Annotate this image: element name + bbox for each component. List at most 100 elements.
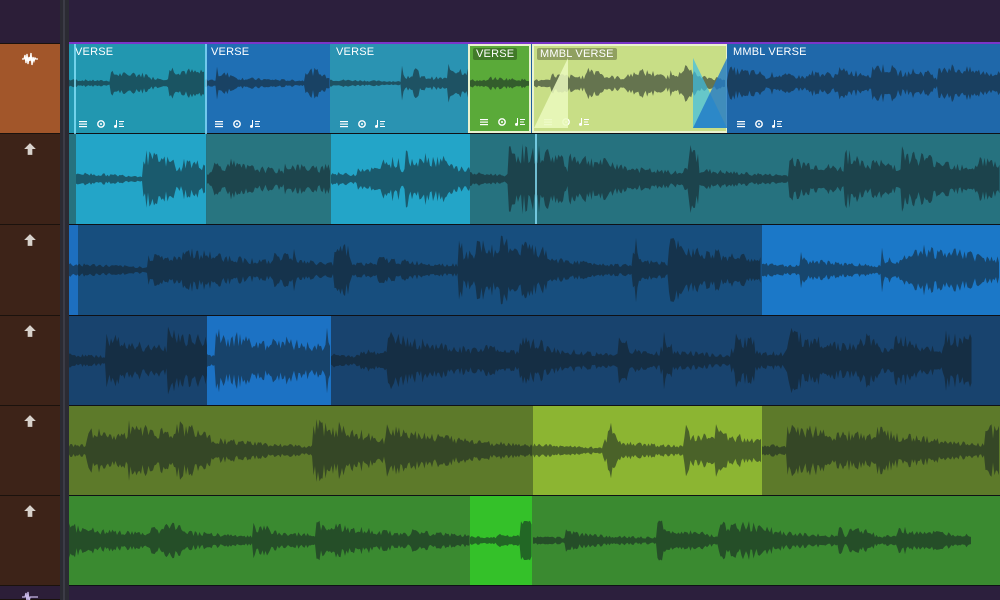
waveform-path [76, 150, 205, 208]
audio-region[interactable] [533, 406, 762, 495]
music-note-icon[interactable] [771, 118, 783, 130]
crossfade-handle[interactable] [693, 58, 727, 128]
waveform-path [470, 144, 1000, 214]
lines-icon[interactable] [338, 118, 350, 130]
audio-region[interactable] [331, 316, 972, 405]
audio-region[interactable] [470, 496, 532, 585]
region-label: VERSE [473, 48, 518, 60]
waveform-path [207, 158, 330, 200]
region-seam [535, 134, 537, 224]
waveform [762, 244, 999, 296]
music-note-icon[interactable] [113, 118, 125, 130]
audio-region[interactable] [69, 406, 533, 495]
region-seam [74, 44, 76, 134]
track-lane-3[interactable] [69, 225, 1000, 316]
audio-region[interactable]: VERSE [468, 44, 531, 133]
audio-region[interactable] [69, 496, 470, 585]
lines-icon[interactable] [735, 118, 747, 130]
waveform-path [762, 244, 999, 296]
waveform-path [205, 66, 330, 100]
music-note-icon[interactable] [578, 116, 590, 128]
audio-region[interactable] [69, 225, 78, 315]
arrow-up-icon[interactable] [21, 414, 39, 428]
waveform-path [470, 76, 529, 91]
region-label: VERSE [336, 46, 375, 58]
audio-region[interactable] [762, 406, 1000, 495]
waveform [470, 144, 1000, 214]
waveform-path [470, 520, 532, 561]
music-note-icon[interactable] [374, 118, 386, 130]
waveform [470, 520, 532, 561]
waveform-path [331, 150, 471, 208]
track-header-selected[interactable] [0, 44, 60, 134]
track-lane-5[interactable] [69, 406, 1000, 496]
waveform-path [78, 235, 761, 305]
track-header-6[interactable] [0, 496, 60, 586]
waveform-path [69, 67, 204, 99]
track-lane-6[interactable] [69, 496, 1000, 586]
gear-icon[interactable] [231, 118, 243, 130]
waveform [533, 422, 761, 479]
waveform [76, 150, 205, 208]
audio-region[interactable] [470, 134, 1000, 224]
arrange-area[interactable]: VERSE VERSE VERSE VERSE MMBL VERSE MMBL VERSE [69, 44, 1000, 586]
waveform-icon [22, 52, 38, 66]
waveform [69, 326, 207, 395]
arrow-up-icon[interactable] [21, 504, 39, 518]
audio-region[interactable]: VERSE [205, 44, 330, 133]
audio-region[interactable] [78, 225, 761, 315]
waveform [331, 150, 471, 208]
track-header-bottom[interactable] [0, 586, 60, 600]
track-header-4[interactable] [0, 316, 60, 406]
waveform [69, 520, 470, 561]
waveform-path [69, 263, 78, 277]
waveform-path [330, 63, 468, 103]
audio-region[interactable]: VERSE [69, 44, 205, 133]
music-note-icon[interactable] [514, 116, 526, 128]
audio-region[interactable] [331, 134, 471, 224]
audio-region[interactable]: VERSE [330, 44, 469, 133]
music-note-icon[interactable] [249, 118, 261, 130]
waveform-path [69, 419, 533, 482]
arrange-window: VERSE VERSE VERSE VERSE MMBL VERSE MMBL VERSE [0, 0, 1000, 600]
gear-icon[interactable] [356, 118, 368, 130]
region-tools [213, 118, 261, 130]
track-header-5[interactable] [0, 406, 60, 496]
track-list-splitter[interactable] [60, 0, 69, 600]
gear-icon[interactable] [496, 116, 508, 128]
bottom-track-lane[interactable] [69, 586, 1000, 600]
waveform [78, 235, 761, 305]
track-lane-4[interactable] [69, 316, 1000, 406]
waveform [69, 419, 533, 482]
lines-icon[interactable] [478, 116, 490, 128]
audio-region[interactable] [762, 225, 1000, 315]
lines-icon[interactable] [77, 118, 89, 130]
region-seam [205, 44, 207, 134]
region-label: MMBL VERSE [733, 46, 807, 58]
crossfade-handle[interactable] [534, 58, 568, 128]
waveform [207, 158, 330, 200]
track-header-3[interactable] [0, 225, 60, 316]
track-lane-1[interactable]: VERSE VERSE VERSE VERSE MMBL VERSE MMBL VERSE [69, 44, 1000, 134]
gear-icon[interactable] [753, 118, 765, 130]
arrow-up-icon[interactable] [21, 324, 39, 338]
top-track-lane[interactable] [69, 0, 1000, 44]
waveform [207, 327, 330, 394]
region-tools [338, 118, 386, 130]
arrow-up-icon[interactable] [21, 142, 39, 156]
waveform-path [533, 422, 761, 479]
track-header-top[interactable] [0, 0, 60, 44]
audio-region[interactable] [69, 316, 207, 405]
audio-region[interactable] [207, 316, 331, 405]
track-headers [0, 0, 60, 600]
gear-icon[interactable] [95, 118, 107, 130]
track-header-2[interactable] [0, 134, 60, 225]
lines-icon[interactable] [213, 118, 225, 130]
audio-region[interactable]: MMBL VERSE [727, 44, 1000, 133]
audio-region[interactable] [533, 496, 972, 585]
audio-region[interactable] [207, 134, 331, 224]
arrow-up-icon[interactable] [21, 233, 39, 247]
audio-region[interactable] [76, 134, 206, 224]
waveform [69, 263, 78, 277]
region-tools [735, 118, 783, 130]
